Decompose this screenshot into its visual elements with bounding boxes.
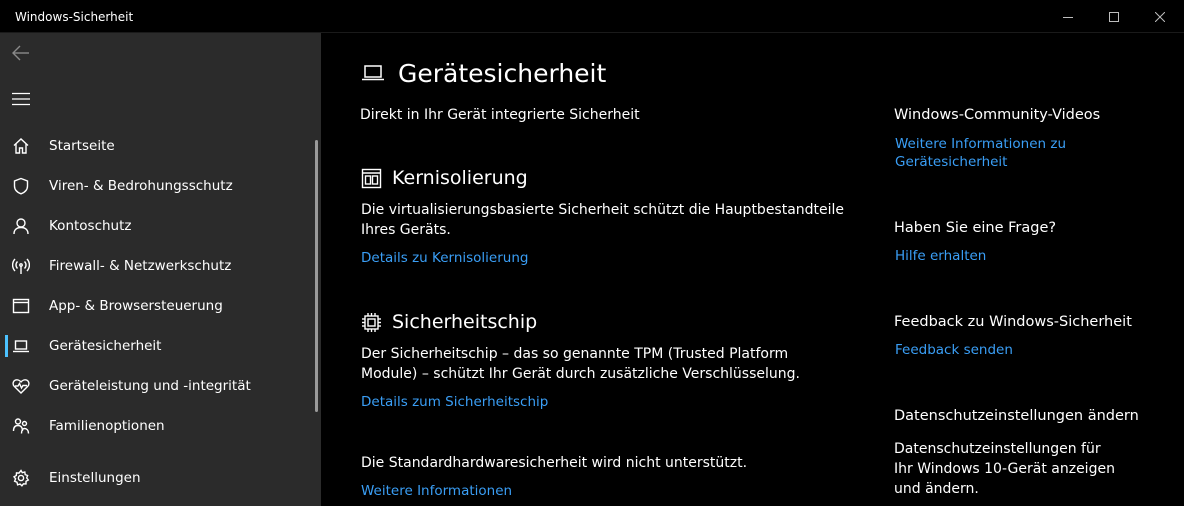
- laptop-icon: [12, 337, 30, 355]
- window-title: Windows-Sicherheit: [15, 10, 134, 24]
- get-help-link[interactable]: Hilfe erhalten: [895, 247, 1115, 265]
- main-content: Gerätesicherheit Direkt in Ihr Gerät int…: [321, 33, 861, 506]
- section-text-kernisolierung: Die virtualisierungsbasierte Sicherheit …: [361, 202, 845, 238]
- sidebar: Startseite Viren- & Bedrohungsschutz Kon…: [0, 33, 321, 506]
- community-videos-heading: Windows-Community-Videos: [894, 107, 1101, 123]
- sidebar-item-label: Einstellungen: [49, 470, 141, 486]
- sidebar-item-einstellungen[interactable]: Einstellungen: [0, 458, 314, 498]
- sidebar-item-label: Familienoptionen: [49, 418, 165, 434]
- sidebar-item-geraeteleistung[interactable]: Geräteleistung und -integrität: [0, 366, 314, 406]
- close-icon: [1155, 11, 1165, 22]
- privacy-heading: Datenschutzeinstellungen ändern: [894, 408, 1139, 424]
- maximize-icon: [1109, 11, 1119, 22]
- details-kernisolierung-link[interactable]: Details zu Kernisolierung: [361, 250, 528, 266]
- minimize-icon: [1063, 16, 1073, 18]
- sidebar-item-familienoptionen[interactable]: Familienoptionen: [0, 406, 314, 446]
- laptop-icon: [361, 64, 385, 82]
- sidebar-item-label: Kontoschutz: [49, 218, 132, 234]
- related-panel: Windows-Community-Videos Weitere Informa…: [894, 33, 1164, 506]
- sidebar-item-startseite[interactable]: Startseite: [0, 126, 314, 166]
- menu-button[interactable]: [12, 91, 30, 106]
- section-text-sicherheitschip: Der Sicherheitschip – das so genannte TP…: [361, 346, 800, 382]
- privacy-text: Datenschutzeinstellungen für Ihr Windows…: [894, 441, 1115, 497]
- sidebar-item-label: Startseite: [49, 138, 115, 154]
- app-window-icon: [12, 297, 30, 315]
- security-chip-icon: [361, 312, 382, 333]
- hamburger-icon: [12, 92, 30, 106]
- sidebar-item-label: Geräteleistung und -integrität: [49, 378, 251, 394]
- gear-icon: [12, 469, 30, 487]
- page-title: Gerätesicherheit: [398, 59, 607, 88]
- sidebar-item-geraetesicherheit[interactable]: Gerätesicherheit: [0, 326, 314, 366]
- sidebar-item-firewall-netzwerkschutz[interactable]: Firewall- & Netzwerkschutz: [0, 246, 314, 286]
- minimize-button[interactable]: [1045, 0, 1091, 33]
- section-title-kernisolierung: Kernisolierung: [392, 167, 528, 189]
- send-feedback-link[interactable]: Feedback senden: [895, 341, 1115, 359]
- sidebar-scrollbar[interactable]: [315, 140, 318, 412]
- sidebar-item-label: Gerätesicherheit: [49, 338, 162, 354]
- shield-icon: [12, 177, 30, 195]
- sidebar-item-app-browsersteuerung[interactable]: App- & Browsersteuerung: [0, 286, 314, 326]
- community-videos-link[interactable]: Weitere Informationen zu Gerätesicherhei…: [895, 135, 1075, 171]
- person-icon: [12, 217, 30, 235]
- section-title-sicherheitschip: Sicherheitschip: [392, 311, 538, 333]
- page-subtitle: Direkt in Ihr Gerät integrierte Sicherhe…: [360, 107, 640, 123]
- more-info-link[interactable]: Weitere Informationen: [361, 483, 512, 499]
- sidebar-item-viren-bedrohungsschutz[interactable]: Viren- & Bedrohungsschutz: [0, 166, 314, 206]
- close-button[interactable]: [1137, 0, 1183, 33]
- sidebar-item-label: Viren- & Bedrohungsschutz: [49, 178, 233, 194]
- back-arrow-icon: [12, 45, 29, 61]
- family-icon: [12, 417, 30, 435]
- heart-icon: [12, 377, 30, 395]
- maximize-button[interactable]: [1091, 0, 1137, 33]
- question-heading: Haben Sie eine Frage?: [894, 220, 1057, 236]
- title-bar: Windows-Sicherheit: [0, 0, 1184, 33]
- sidebar-item-kontoschutz[interactable]: Kontoschutz: [0, 206, 314, 246]
- details-sicherheitschip-link[interactable]: Details zum Sicherheitschip: [361, 394, 548, 410]
- core-isolation-icon: [361, 168, 382, 189]
- sidebar-item-label: Firewall- & Netzwerkschutz: [49, 258, 232, 274]
- wifi-antenna-icon: [11, 257, 31, 275]
- home-icon: [12, 137, 30, 155]
- feedback-heading: Feedback zu Windows-Sicherheit: [894, 314, 1132, 330]
- sidebar-item-label: App- & Browsersteuerung: [49, 298, 223, 314]
- hardware-security-text: Die Standardhardwaresicherheit wird nich…: [361, 455, 748, 471]
- back-button[interactable]: [10, 42, 32, 64]
